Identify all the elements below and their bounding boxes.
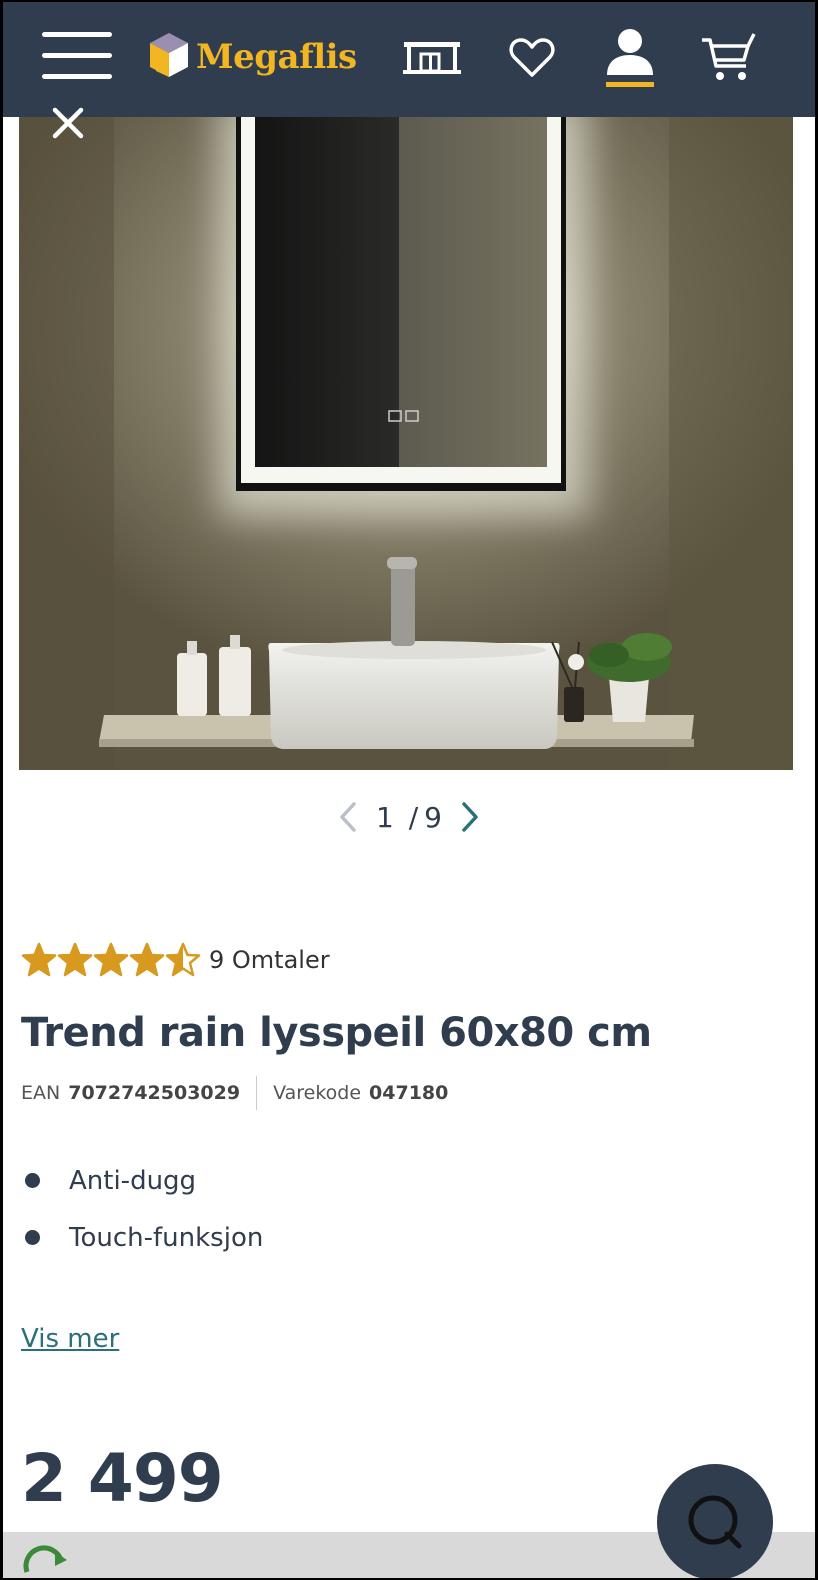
reviews-link[interactable]: 9 Omtaler xyxy=(209,946,330,974)
chat-button[interactable] xyxy=(657,1464,773,1578)
star-icon xyxy=(57,942,93,977)
cart-icon[interactable] xyxy=(695,28,761,88)
logo-text: Megaflis xyxy=(196,37,357,77)
bullet-icon xyxy=(25,1173,40,1188)
star-icon xyxy=(21,942,57,977)
image-counter: 1 /9 xyxy=(376,801,442,834)
codes-divider xyxy=(256,1076,258,1110)
star-icon xyxy=(93,942,129,977)
star-icon xyxy=(165,942,201,977)
feature-list: Anti-dugg Touch-funksjon xyxy=(25,1152,263,1266)
feature-text: Anti-dugg xyxy=(69,1165,197,1196)
product-image[interactable] xyxy=(19,117,793,770)
current-image-index: 1 xyxy=(376,800,394,834)
heart-icon[interactable] xyxy=(499,28,565,88)
star-icon xyxy=(129,942,165,977)
previous-image-chevron-left-icon[interactable] xyxy=(328,797,368,837)
varekode-label: Varekode xyxy=(273,1082,362,1104)
recycle-icon xyxy=(23,1545,67,1573)
ean-label: EAN xyxy=(21,1082,61,1104)
mirror-photo xyxy=(19,117,793,770)
feature-item: Anti-dugg xyxy=(25,1152,263,1209)
feature-text: Touch-funksjon xyxy=(69,1222,264,1253)
product-price: 2 499 xyxy=(21,1440,224,1517)
product-page: Megaflis 1 / 9 9 Omtaler Trend rain lyss… xyxy=(3,2,815,1578)
user-icon[interactable] xyxy=(597,28,663,88)
ean-value: 7072742503029 xyxy=(68,1082,241,1104)
logo[interactable]: Megaflis xyxy=(148,27,357,87)
product-rating: 9 Omtaler xyxy=(21,940,330,980)
store-icon[interactable] xyxy=(399,28,465,88)
close-icon[interactable] xyxy=(47,102,89,144)
menu-icon[interactable] xyxy=(42,30,112,82)
logo-mark-icon xyxy=(150,33,188,77)
top-navigation-bar: Megaflis xyxy=(3,2,815,117)
varekode-value: 047180 xyxy=(369,1082,449,1104)
chat-icon xyxy=(688,1495,742,1549)
product-title: Trend rain lysspeil 60x80 cm xyxy=(21,1010,652,1056)
show-more-link[interactable]: Vis mer xyxy=(21,1324,119,1354)
rating-stars xyxy=(21,942,201,978)
counter-separator: / xyxy=(408,800,419,834)
next-image-chevron-right-icon[interactable] xyxy=(450,797,490,837)
image-pager: 1 /9 xyxy=(3,792,815,842)
total-images: 9 xyxy=(424,800,442,834)
product-codes: EAN 7072742503029 Varekode 047180 xyxy=(21,1076,448,1110)
bullet-icon xyxy=(25,1230,40,1245)
feature-item: Touch-funksjon xyxy=(25,1209,263,1266)
